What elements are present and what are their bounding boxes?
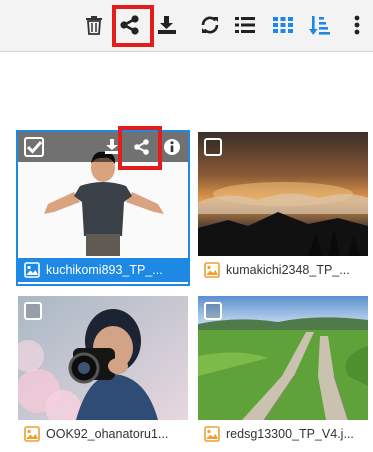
file-grid: kuchikomi893_TP_... kumakichi2348_TP_...… <box>0 126 373 452</box>
file-caption: kumakichi2348_TP_... <box>198 258 368 282</box>
file-tile[interactable]: kuchikomi893_TP_... <box>16 126 190 286</box>
file-name: OOK92_ohanatoru1... <box>46 427 169 441</box>
tile-action-bar <box>18 132 188 162</box>
refresh-icon[interactable] <box>195 10 225 40</box>
file-tile[interactable]: redsg13300_TP_V4.j... <box>198 296 368 448</box>
file-caption: kuchikomi893_TP_... <box>18 258 188 282</box>
thumbnail-boardwalk[interactable] <box>198 296 368 420</box>
more-icon[interactable] <box>342 10 372 40</box>
thumbnail-photographer[interactable] <box>18 296 188 420</box>
image-file-icon <box>24 262 40 278</box>
share-icon[interactable] <box>115 10 145 40</box>
checkbox[interactable] <box>204 302 222 320</box>
tile-download-icon[interactable] <box>102 137 122 157</box>
tile-share-icon[interactable] <box>132 137 152 157</box>
tile-info-icon[interactable] <box>162 137 182 157</box>
grid-view-icon[interactable] <box>268 10 298 40</box>
thumbnail-cloud-sunset[interactable] <box>198 132 368 256</box>
image-file-icon <box>204 426 220 442</box>
file-name: redsg13300_TP_V4.j... <box>226 427 354 441</box>
toolbar <box>0 0 373 52</box>
file-caption: OOK92_ohanatoru1... <box>18 422 188 446</box>
list-view-icon[interactable] <box>230 10 260 40</box>
download-icon[interactable] <box>152 10 182 40</box>
file-name: kumakichi2348_TP_... <box>226 263 350 277</box>
file-caption: redsg13300_TP_V4.j... <box>198 422 368 446</box>
image-file-icon <box>24 426 40 442</box>
checkbox[interactable] <box>24 302 42 320</box>
trash-icon[interactable] <box>79 10 109 40</box>
file-tile[interactable]: kumakichi2348_TP_... <box>198 132 368 284</box>
sort-icon[interactable] <box>305 10 335 40</box>
checked-checkbox-icon[interactable] <box>24 137 44 157</box>
checkbox[interactable] <box>204 138 222 156</box>
file-name: kuchikomi893_TP_... <box>46 263 163 277</box>
empty-area <box>0 53 373 128</box>
file-tile[interactable]: OOK92_ohanatoru1... <box>18 296 188 448</box>
image-file-icon <box>204 262 220 278</box>
